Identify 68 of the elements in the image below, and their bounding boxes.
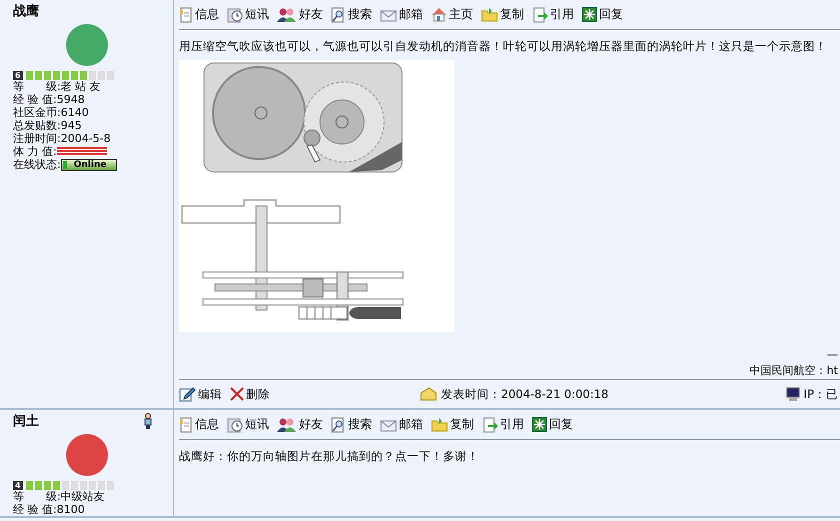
message-link[interactable]: 短讯	[227, 416, 269, 433]
stat-label: 等 级:	[13, 80, 61, 93]
people-icon	[277, 416, 297, 432]
stat-value: 6140	[60, 106, 89, 119]
page-arrow-icon	[532, 6, 548, 22]
stat-label: 经 验 值:	[13, 503, 57, 516]
signature-text: 中国民间航空：ht	[748, 363, 839, 379]
online-badge: Online	[60, 158, 118, 170]
avatar-icon	[64, 433, 108, 477]
search-icon	[331, 416, 346, 432]
clock-icon	[227, 416, 243, 432]
document-icon	[179, 416, 193, 432]
stat-value: 中级站友	[60, 490, 105, 503]
stat-label: 等 级:	[13, 490, 61, 503]
stat-label: 经 验 值:	[13, 93, 57, 106]
post-text: 用压缩空气吹应该也可以，气源也可以引自发动机的消音器！叶轮可以用涡轮增压器里面的涡轮叶片！这只是一个示意图！	[179, 38, 828, 55]
stat-value: 老 站 友	[60, 80, 101, 93]
search-link[interactable]: 搜索	[331, 416, 372, 433]
stat-label: 体 力 值:	[13, 145, 57, 158]
document-icon	[179, 6, 193, 22]
username: 战鹰	[13, 2, 39, 20]
reply-icon	[532, 417, 547, 432]
stamina-bar	[56, 147, 107, 156]
stat-label: 在线状态:	[13, 158, 61, 171]
username: 闰土	[13, 413, 39, 430]
folder-icon	[481, 7, 498, 22]
computer-icon	[786, 386, 800, 402]
mail-link[interactable]: 邮箱	[380, 6, 423, 23]
stat-value: 2004-5-8	[60, 132, 111, 145]
page-arrow-icon	[482, 416, 498, 432]
level-badge: 6	[13, 71, 23, 80]
reply-link[interactable]: 回复	[582, 6, 623, 23]
folder-icon	[431, 417, 448, 432]
level-badge: 4	[13, 481, 23, 490]
stat-value: 5948	[56, 93, 85, 106]
person-icon	[143, 413, 153, 429]
copy-link[interactable]: 复制	[431, 416, 474, 433]
post-time: 发表时间：2004-8-21 0:00:18	[441, 386, 609, 402]
home-link[interactable]: 主页	[431, 6, 473, 23]
reply-link[interactable]: 回复	[532, 416, 573, 433]
message-link[interactable]: 短讯	[227, 6, 269, 23]
signature-text: —	[826, 347, 839, 363]
copy-link[interactable]: 复制	[481, 6, 524, 23]
search-link[interactable]: 搜索	[331, 6, 372, 23]
stat-value: 945	[60, 119, 82, 132]
reply-icon	[582, 7, 597, 22]
edit-link[interactable]: 编辑	[179, 386, 222, 402]
friends-link[interactable]: 好友	[277, 416, 323, 433]
close-icon	[230, 387, 244, 401]
house-icon	[431, 7, 447, 22]
quote-link[interactable]: 引用	[482, 416, 524, 433]
people-icon	[277, 6, 297, 22]
quote-link[interactable]: 引用	[532, 6, 574, 23]
ip-address: IP：已	[804, 386, 838, 402]
friends-link[interactable]: 好友	[277, 6, 323, 23]
clock-icon	[227, 6, 243, 22]
mail-link[interactable]: 邮箱	[380, 416, 423, 433]
info-link[interactable]: 信息	[179, 416, 219, 433]
stat-label: 总发贴数:	[13, 119, 61, 132]
delete-link[interactable]: 删除	[230, 386, 270, 402]
search-icon	[331, 6, 346, 22]
pencil-page-icon	[179, 386, 196, 402]
info-link[interactable]: 信息	[179, 6, 219, 23]
stat-label: 注册时间:	[13, 132, 61, 145]
stat-value: 8100	[56, 503, 85, 516]
avatar-icon	[64, 23, 108, 67]
post-text: 战鹰好：你的万向轴图片在那儿搞到的？点一下！多谢！	[179, 448, 480, 465]
stat-label: 社区金币:	[13, 106, 61, 119]
